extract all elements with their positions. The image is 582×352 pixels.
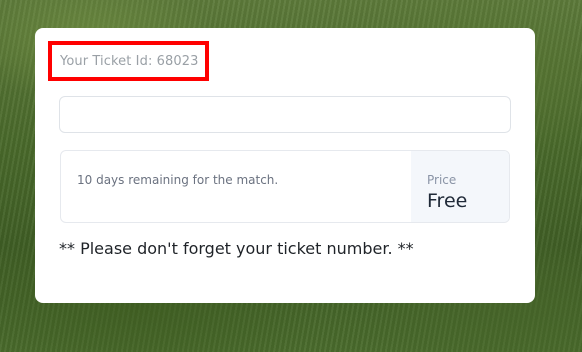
price-value: Free (427, 190, 468, 212)
ticket-id-label: Your Ticket Id: 68023 (48, 41, 209, 81)
ticket-input[interactable] (59, 96, 511, 133)
price-label: Price (427, 173, 457, 187)
days-remaining-text: 10 days remaining for the match. (77, 172, 279, 187)
match-info-box: 10 days remaining for the match. Price F… (60, 150, 510, 223)
ticket-card: Your Ticket Id: 68023 10 days remaining … (35, 28, 535, 303)
ticket-reminder-notice: ** Please don't forget your ticket numbe… (59, 239, 414, 258)
price-panel: Price Free (411, 151, 509, 222)
